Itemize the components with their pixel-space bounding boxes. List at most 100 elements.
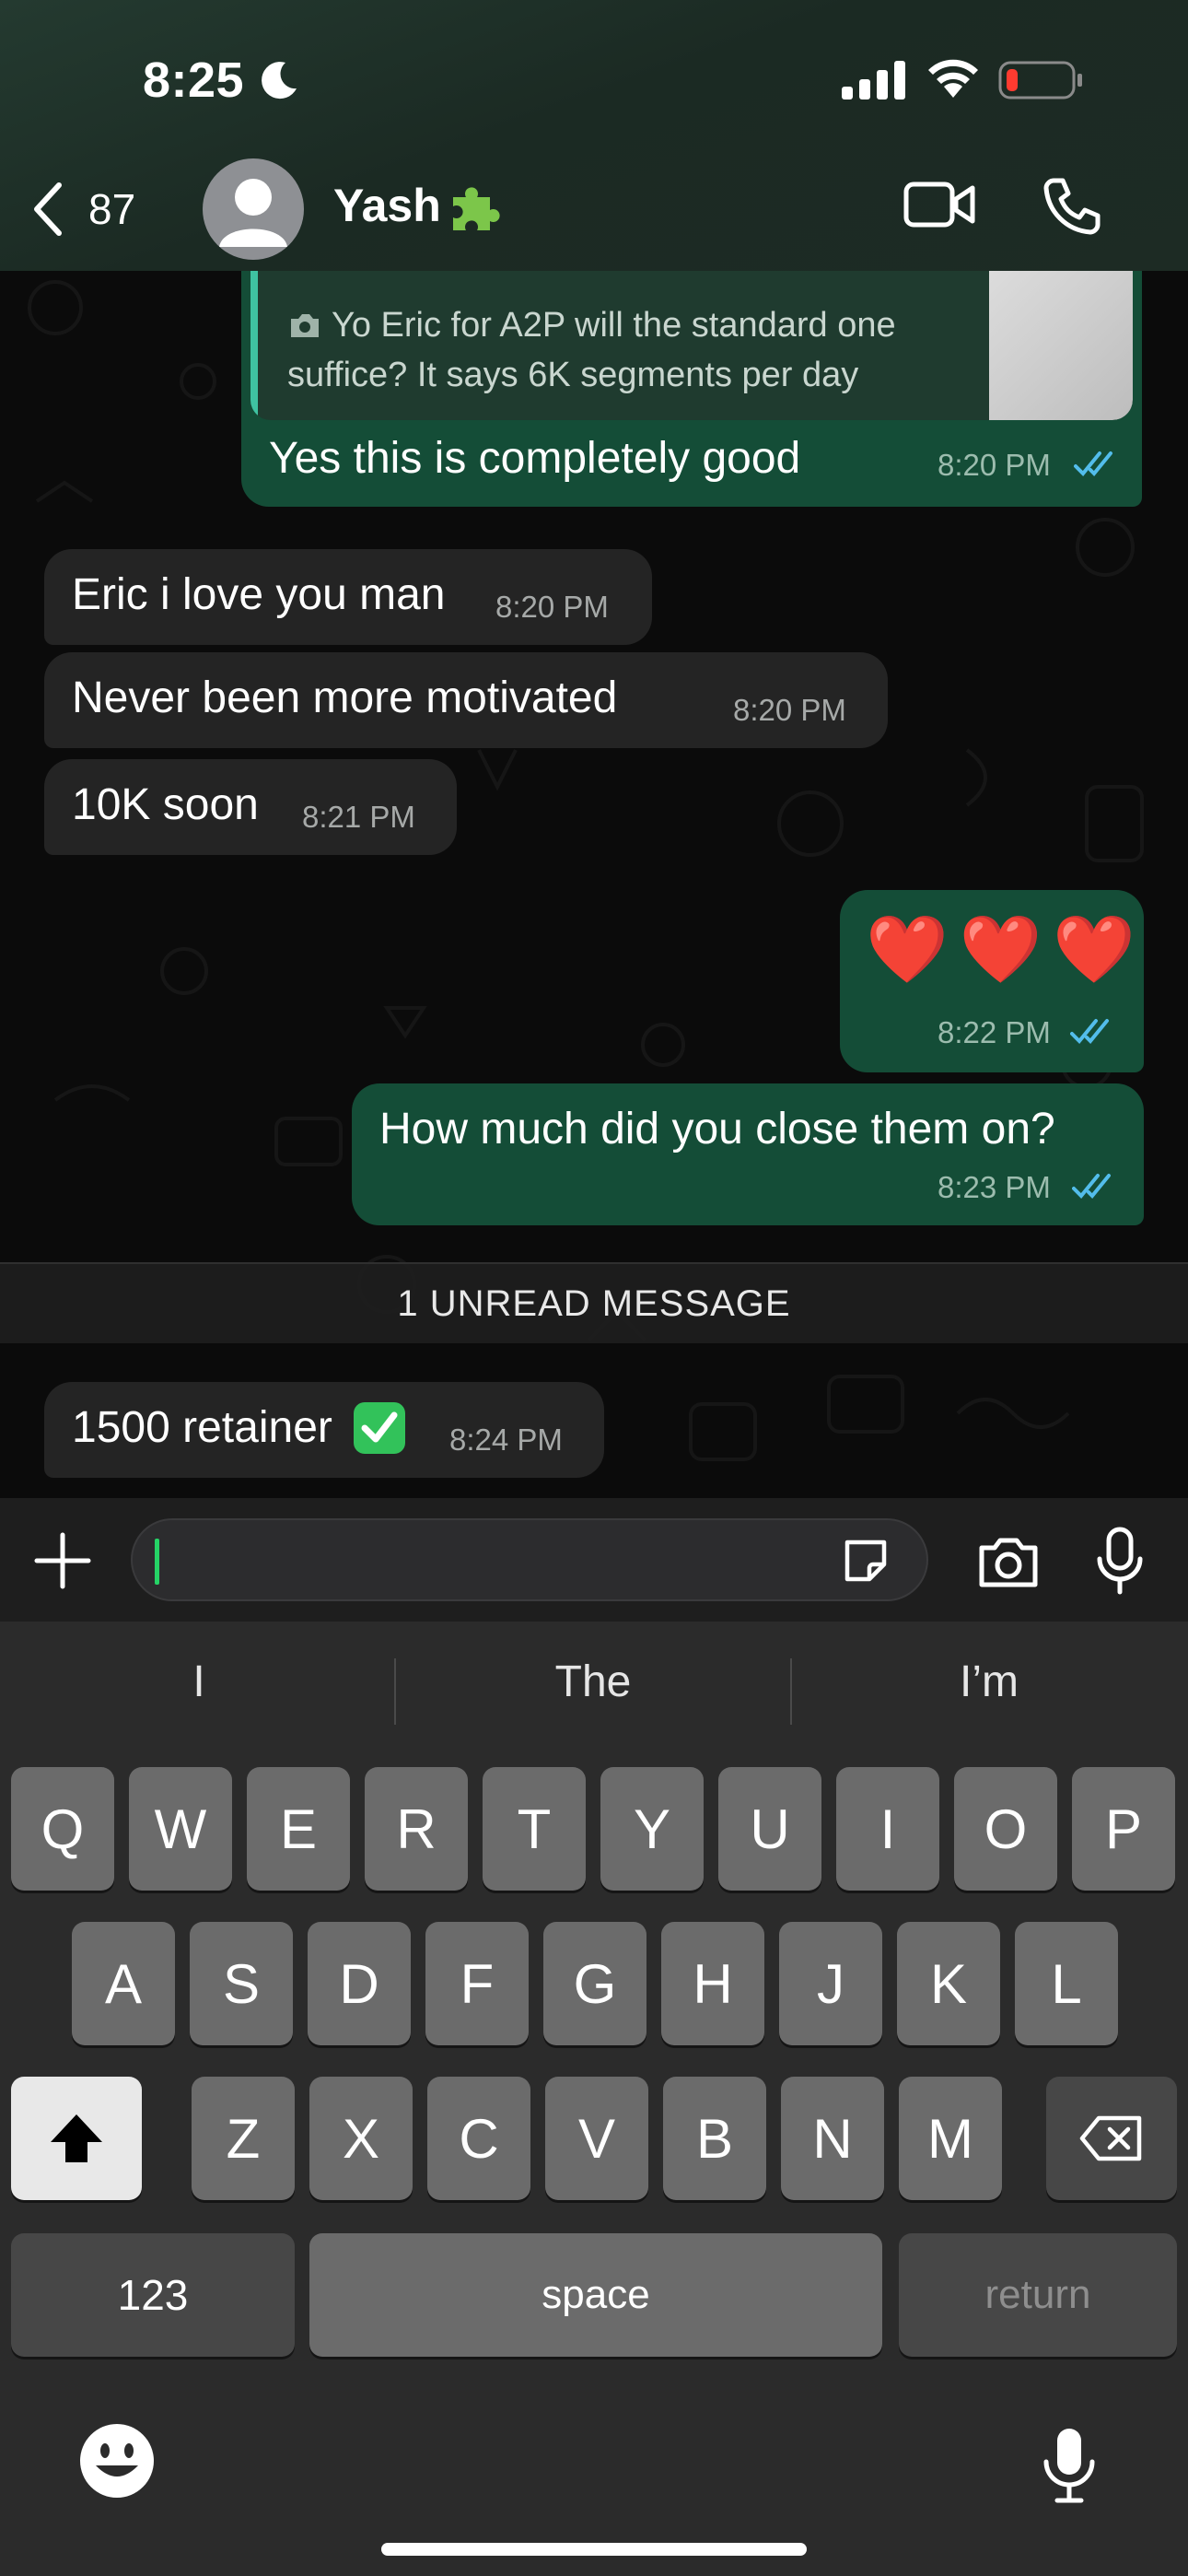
- quoted-reply[interactable]: Yo Eric for A2P will the standard one su…: [250, 271, 1133, 420]
- key-label: L: [1051, 1952, 1082, 2015]
- key-label: F: [460, 1952, 495, 2015]
- key-e[interactable]: E: [247, 1767, 350, 1891]
- key-label: M: [927, 2107, 973, 2170]
- moon-icon: [262, 62, 297, 100]
- space-key-label: space: [542, 2272, 650, 2317]
- key-y[interactable]: Y: [600, 1767, 704, 1891]
- message-bubble-outgoing[interactable]: Yo Eric for A2P will the standard one su…: [241, 271, 1142, 507]
- key-label: Z: [226, 2107, 261, 2170]
- video-call-icon[interactable]: [903, 177, 976, 232]
- key-q[interactable]: Q: [11, 1767, 114, 1891]
- key-label: D: [339, 1952, 379, 2015]
- message-time: 8:23 PM: [938, 1170, 1051, 1204]
- delete-key[interactable]: [1046, 2077, 1177, 2200]
- emoji-icon[interactable]: [77, 2421, 157, 2500]
- numbers-key[interactable]: 123: [11, 2233, 295, 2357]
- key-w[interactable]: W: [129, 1767, 232, 1891]
- key-label: U: [750, 1797, 790, 1860]
- dictation-mic-icon[interactable]: [1041, 2425, 1098, 2506]
- cellular-signal-icon: [842, 61, 905, 100]
- key-g[interactable]: G: [543, 1922, 646, 2045]
- key-label: W: [154, 1797, 207, 1860]
- puzzle-icon: [453, 187, 500, 230]
- back-button[interactable]: 87: [31, 175, 160, 243]
- message-text: 10K soon: [72, 780, 259, 829]
- key-label: P: [1104, 1797, 1143, 1860]
- message-bubble-outgoing[interactable]: How much did you close them on? 8:23 PM: [352, 1083, 1144, 1225]
- contact-name[interactable]: Yash: [333, 179, 441, 232]
- shift-key[interactable]: [11, 2077, 142, 2200]
- space-key[interactable]: space: [309, 2233, 882, 2357]
- key-label: G: [573, 1952, 617, 2015]
- avatar[interactable]: [203, 158, 304, 260]
- key-label: N: [812, 2107, 853, 2170]
- key-b[interactable]: B: [663, 2077, 766, 2200]
- key-k[interactable]: K: [897, 1922, 1000, 2045]
- key-label: Y: [633, 1797, 671, 1860]
- key-label: X: [342, 2107, 380, 2170]
- message-text: 1500 retainer: [72, 1403, 332, 1452]
- camera-icon[interactable]: [976, 1535, 1041, 1590]
- message-composer: [0, 1498, 1188, 1622]
- key-x[interactable]: X: [309, 2077, 413, 2200]
- return-key-label: return: [984, 2272, 1091, 2317]
- key-f[interactable]: F: [425, 1922, 529, 2045]
- microphone-icon[interactable]: [1092, 1526, 1147, 1596]
- unread-chats-count: 87: [88, 185, 136, 233]
- home-indicator[interactable]: [381, 2543, 807, 2556]
- camera-small-icon: [291, 314, 319, 337]
- key-z[interactable]: Z: [192, 2077, 295, 2200]
- chat-area[interactable]: Yo Eric for A2P will the standard one su…: [0, 271, 1188, 1498]
- key-u[interactable]: U: [718, 1767, 821, 1891]
- key-label: A: [104, 1952, 143, 2015]
- quoted-text-line2: suffice? It says 6K segments per day: [287, 356, 859, 394]
- backspace-icon: [1079, 2115, 1142, 2161]
- key-v[interactable]: V: [545, 2077, 648, 2200]
- key-i[interactable]: I: [836, 1767, 939, 1891]
- key-label: I: [879, 1797, 896, 1860]
- key-label: R: [396, 1797, 437, 1860]
- key-label: K: [929, 1952, 968, 2015]
- message-bubble-incoming[interactable]: Eric i love you man 8:20 PM: [44, 549, 652, 645]
- shift-arrow-icon: [51, 2114, 102, 2162]
- quoted-image-thumbnail: [989, 271, 1133, 420]
- key-m[interactable]: M: [899, 2077, 1002, 2200]
- message-time: 8:20 PM: [938, 448, 1051, 482]
- message-bubble-incoming[interactable]: 1500 retainer 8:24 PM: [44, 1382, 604, 1478]
- key-r[interactable]: R: [365, 1767, 468, 1891]
- key-label: V: [577, 2107, 616, 2170]
- key-l[interactable]: L: [1015, 1922, 1118, 2045]
- key-j[interactable]: J: [779, 1922, 882, 2045]
- key-h[interactable]: H: [661, 1922, 764, 2045]
- person-icon: [219, 179, 287, 247]
- key-label: T: [517, 1797, 552, 1860]
- key-n[interactable]: N: [781, 2077, 884, 2200]
- suggestion-3[interactable]: I’m: [792, 1657, 1186, 1707]
- plus-icon[interactable]: [33, 1531, 92, 1590]
- key-c[interactable]: C: [427, 2077, 530, 2200]
- check-mark-button-icon: [354, 1402, 405, 1454]
- message-bubble-outgoing[interactable]: ❤️ ❤️ ❤️ 8:22 PM: [840, 890, 1144, 1072]
- key-t[interactable]: T: [483, 1767, 586, 1891]
- message-input[interactable]: [131, 1518, 928, 1601]
- key-label: J: [817, 1952, 844, 2015]
- battery-icon: [998, 61, 1082, 100]
- message-time: 8:21 PM: [302, 800, 415, 834]
- suggestion-1[interactable]: I: [2, 1657, 396, 1707]
- key-p[interactable]: P: [1072, 1767, 1175, 1891]
- key-o[interactable]: O: [954, 1767, 1057, 1891]
- message-time: 8:20 PM: [495, 590, 609, 624]
- suggestion-2[interactable]: The: [396, 1657, 790, 1707]
- phone-call-icon[interactable]: [1041, 175, 1101, 236]
- sticker-icon[interactable]: [838, 1533, 893, 1588]
- unread-divider: 1 UNREAD MESSAGE: [0, 1262, 1188, 1343]
- message-bubble-incoming[interactable]: Never been more motivated 8:20 PM: [44, 652, 888, 748]
- key-s[interactable]: S: [190, 1922, 293, 2045]
- key-d[interactable]: D: [308, 1922, 411, 2045]
- key-a[interactable]: A: [72, 1922, 175, 2045]
- text-caret: [155, 1539, 159, 1585]
- key-label: C: [459, 2107, 499, 2170]
- return-key[interactable]: return: [899, 2233, 1177, 2357]
- read-receipt-icon: [1074, 451, 1112, 476]
- message-bubble-incoming[interactable]: 10K soon 8:21 PM: [44, 759, 457, 855]
